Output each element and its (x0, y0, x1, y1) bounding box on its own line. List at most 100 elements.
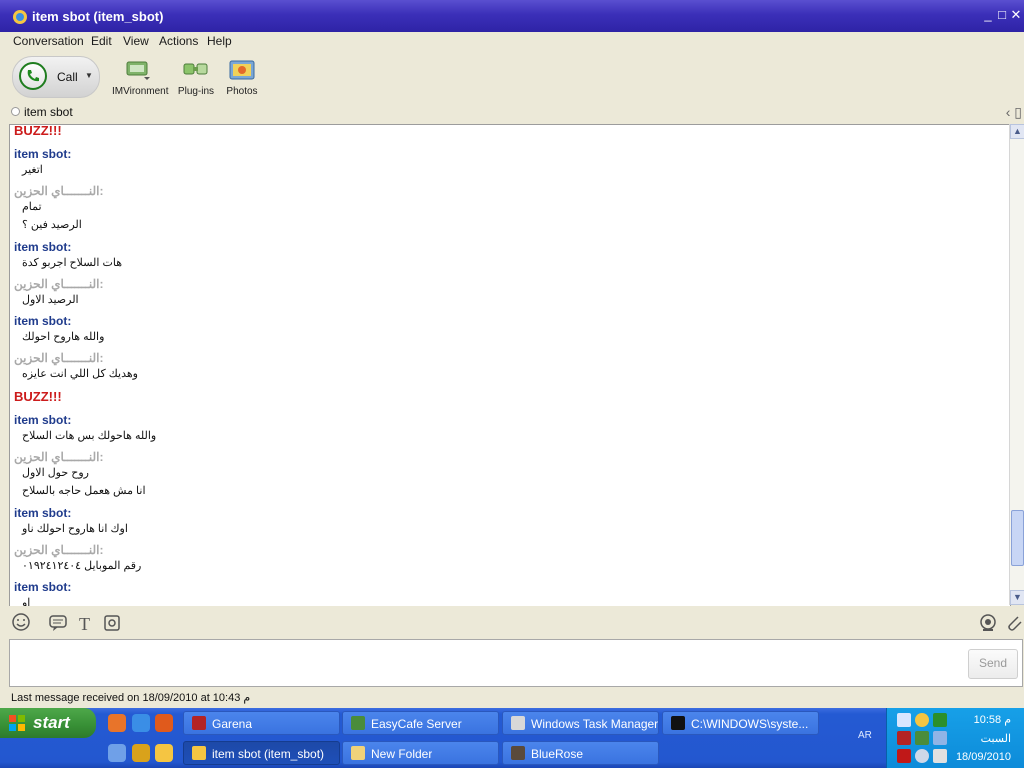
scroll-down-button[interactable]: ▼ (1010, 590, 1024, 605)
network-icon[interactable] (897, 713, 911, 727)
status-dot-icon (11, 107, 20, 116)
easycafe-icon (351, 716, 365, 730)
message-line: هات السلاح اجربو كدة (22, 257, 123, 269)
taskbar-button-label: Garena (212, 717, 253, 731)
plugins-button[interactable]: Plug-ins (170, 58, 222, 97)
clock-day: السبت (980, 733, 1011, 745)
menu-view[interactable]: View (123, 34, 149, 48)
clock-time: 10:58 م (973, 714, 1011, 726)
text-format-icon[interactable]: T (76, 613, 96, 633)
settings-icon[interactable] (102, 613, 122, 633)
garena-tray-icon[interactable] (897, 731, 911, 745)
window-controls: _ □ ✕ (982, 8, 1022, 22)
sender-name: النـــــــاي الحزين: (14, 277, 104, 291)
messenger-app-icon (13, 10, 27, 24)
imvironment-label: IMVironment (112, 86, 169, 97)
taskbar-button-label: BlueRose (531, 747, 584, 761)
taskbar-button[interactable]: Windows Task Manager (502, 711, 659, 735)
taskbar-button-label: EasyCafe Server (371, 717, 462, 731)
imvironment-icon (126, 61, 150, 80)
sender-name: النـــــــاي الحزين: (14, 543, 104, 557)
garena-icon (192, 716, 206, 730)
message-line: الرصيد الاول (22, 294, 79, 306)
connection-icon[interactable] (933, 731, 947, 745)
maximize-button[interactable]: □ (996, 8, 1008, 22)
sender-name: النـــــــاي الحزين: (14, 450, 104, 464)
imvironment-button[interactable]: IMVironment (112, 58, 169, 97)
firefox-icon[interactable] (155, 714, 173, 732)
clock-date: 18/09/2010 (955, 751, 1011, 763)
taskbar-button[interactable]: EasyCafe Server (342, 711, 499, 735)
sender-name: item sbot: (14, 580, 72, 594)
toolbar: Call ▼ IMVironment Plug-ins Photos (0, 50, 1024, 102)
sender-name: النـــــــاي الحزين: (14, 351, 104, 365)
scroll-up-button[interactable]: ▲ (1010, 124, 1024, 139)
messenger-tray-icon[interactable] (915, 713, 929, 727)
buzz-notice: BUZZ!!! (14, 389, 62, 404)
send-button[interactable]: Send (968, 649, 1018, 679)
taskbar-button[interactable]: C:\WINDOWS\syste... (662, 711, 819, 735)
message-line: وهديك كل اللي انت عايزه (22, 368, 138, 380)
taskbar-button[interactable]: Garena (183, 711, 340, 735)
last-message-status: Last message received on 18/09/2010 at 1… (11, 692, 251, 704)
easycafe-tray-icon[interactable] (915, 731, 929, 745)
menu-conversation[interactable]: Conversation (13, 34, 84, 48)
phone-icon (19, 62, 47, 90)
taskbar-button-label: New Folder (371, 747, 433, 761)
quicklaunch-app-icon[interactable] (108, 714, 126, 732)
sender-name: item sbot: (14, 240, 72, 254)
title-bar: item sbot (item_sbot) _ □ ✕ (0, 0, 1024, 32)
tray-app-icon[interactable] (933, 713, 947, 727)
status-bar: Last message received on 18/09/2010 at 1… (0, 688, 1024, 708)
message-line: الرصيد فين ؟ (22, 219, 82, 231)
internet-explorer-icon[interactable] (132, 714, 150, 732)
photos-button[interactable]: Photos (216, 58, 268, 97)
message-line: والله هاحولك بس هات السلاح (22, 430, 157, 442)
message-line: والله هاروح احولك (22, 331, 105, 343)
messenger-icon (192, 746, 206, 760)
attach-file-icon[interactable] (1004, 613, 1024, 633)
taskbar-button[interactable]: item sbot (item_sbot) (183, 741, 340, 765)
chat-history[interactable]: BUZZ!!! item sbot: اتغير النـــــــاي ال… (9, 124, 1011, 607)
message-line: روح حول الاول (22, 467, 89, 479)
language-indicator[interactable]: AR (858, 730, 872, 741)
media-player-icon[interactable] (132, 744, 150, 762)
chat-scrollbar[interactable]: ▲ ▼ (1009, 124, 1024, 605)
messenger-icon[interactable] (155, 744, 173, 762)
minimize-button[interactable]: _ (982, 8, 994, 22)
quicklaunch-app-icon[interactable] (108, 744, 126, 762)
sender-name: item sbot: (14, 314, 72, 328)
message-line: رقم الموبايل ٠١٩٢٤١٢٤٠٤ (22, 560, 142, 572)
audible-icon[interactable] (48, 613, 68, 633)
emoticon-icon[interactable] (12, 613, 32, 633)
chevron-down-icon[interactable]: ▼ (85, 71, 93, 80)
start-button[interactable]: start (0, 708, 96, 738)
taskbar-button-label: item sbot (item_sbot) (212, 747, 325, 761)
taskbar-button-label: C:\WINDOWS\syste... (691, 717, 809, 731)
sender-name: item sbot: (14, 413, 72, 427)
collapse-arrow-icon[interactable]: ‹ ▯ (1006, 104, 1022, 121)
plugins-icon (183, 63, 208, 75)
system-tray: 10:58 م السبت 18/09/2010 (886, 708, 1024, 768)
menu-actions[interactable]: Actions (159, 34, 198, 48)
message-input[interactable]: Send (9, 639, 1023, 687)
scroll-thumb[interactable] (1011, 510, 1024, 566)
taskbar-button[interactable]: BlueRose (502, 741, 659, 765)
windows-flag-icon (9, 715, 25, 731)
menu-edit[interactable]: Edit (91, 34, 112, 48)
webcam-icon[interactable] (978, 613, 998, 633)
menu-bar: Conversation Edit View Actions Help (0, 32, 1024, 50)
buddy-name: item sbot (24, 105, 73, 119)
close-button[interactable]: ✕ (1010, 8, 1022, 22)
menu-help[interactable]: Help (207, 34, 232, 48)
call-button[interactable]: Call ▼ (12, 56, 100, 98)
call-label: Call (57, 70, 78, 84)
window-title: item sbot (item_sbot) (32, 9, 164, 24)
ati-icon[interactable] (897, 749, 911, 763)
buddy-header: item sbot ‹ ▯ (0, 102, 1024, 122)
tray-app-icon[interactable] (915, 749, 929, 763)
volume-icon[interactable] (933, 749, 947, 763)
taskbar-button[interactable]: New Folder (342, 741, 499, 765)
task-manager-icon (511, 716, 525, 730)
sender-name: item sbot: (14, 147, 72, 161)
